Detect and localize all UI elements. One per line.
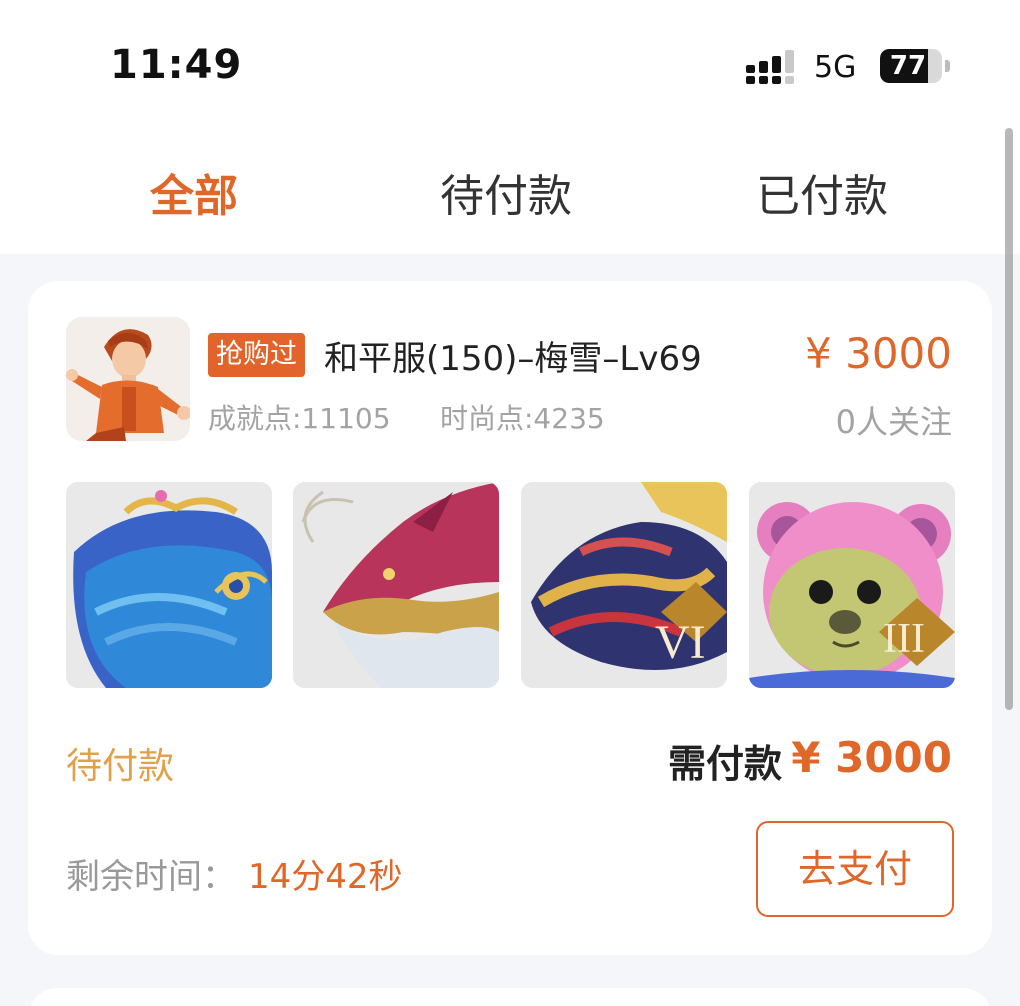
rank-label: VI: [655, 616, 706, 669]
amount-due-value: ¥ 3000: [791, 733, 952, 782]
rank-label: III: [883, 616, 925, 662]
cellular-signal-icon: [746, 50, 794, 84]
thumbnail-pink-bear[interactable]: III: [749, 482, 955, 688]
order-tabs: 全部 待付款 已付款: [0, 120, 1020, 254]
remaining-time-value: 14分42秒: [248, 857, 403, 897]
order-status: 待付款: [66, 746, 175, 787]
golden-dragon-mount-icon: VI: [521, 482, 727, 688]
tab-pending-payment[interactable]: 待付款: [440, 160, 572, 224]
tab-paid[interactable]: 已付款: [756, 160, 888, 224]
battery-cap: [945, 60, 950, 72]
order-card[interactable]: 抢购过 和平服(150)–梅雪–Lv69 ¥ 3000 成就点:11105 时尚…: [28, 281, 992, 955]
character-avatar: [66, 317, 190, 441]
network-type: 5G: [814, 50, 857, 85]
battery-percent: 77: [889, 51, 927, 81]
battery-icon: 77: [880, 49, 942, 83]
scrollbar[interactable]: [1005, 128, 1013, 710]
account-title[interactable]: 和平服(150)–梅雪–Lv69: [324, 331, 702, 380]
thumbnail-whale[interactable]: [66, 482, 272, 688]
next-order-card[interactable]: [28, 988, 992, 1006]
purchased-badge: 抢购过: [208, 333, 305, 377]
status-bar: 11:49 5G 77: [0, 0, 1020, 120]
thumbnail-golden-dragon[interactable]: VI: [521, 482, 727, 688]
listing-price: ¥ 3000: [805, 329, 952, 378]
follower-count: 0人关注: [835, 403, 952, 441]
fashion-points: 时尚点:4235: [440, 402, 605, 435]
pink-bear-costume-icon: III: [749, 482, 955, 688]
dragon-mount-icon: [293, 482, 499, 688]
remaining-time-label: 剩余时间：: [66, 857, 236, 897]
amount-due-label: 需付款: [667, 742, 782, 786]
item-thumbnails: VI III: [66, 482, 955, 688]
pay-button[interactable]: 去支付: [756, 821, 954, 917]
clock: 11:49: [110, 42, 243, 88]
character-avatar-icon: [66, 317, 190, 441]
order-list-page: 11:49 5G 77 全部 待付款 已付款 抢购过 和平服(150)–梅雪–L…: [0, 0, 1020, 1006]
thumbnail-dragon[interactable]: [293, 482, 499, 688]
whale-mount-icon: [66, 482, 272, 688]
achievement-points: 成就点:11105: [208, 402, 391, 435]
tab-all[interactable]: 全部: [150, 160, 238, 224]
